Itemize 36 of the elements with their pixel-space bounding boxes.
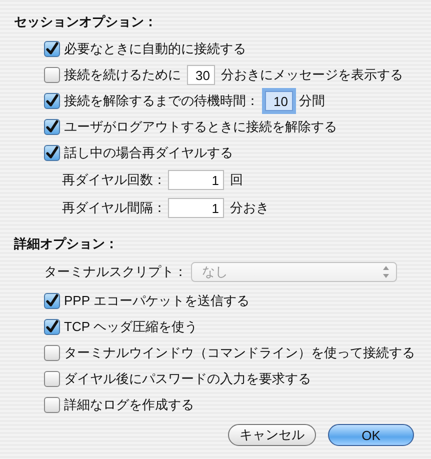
number-field[interactable]: 30 — [187, 65, 215, 85]
checkbox[interactable] — [44, 345, 60, 361]
field-label: ターミナルスクリプト： — [44, 263, 187, 281]
number-field[interactable]: 1 — [168, 198, 224, 218]
checkbox-label: ターミナルウインドウ（コマンドライン）を使って接続する — [64, 344, 415, 362]
checkbox-label: ダイヤル後にパスワードの入力を要求する — [64, 370, 311, 388]
checkbox[interactable] — [44, 67, 60, 83]
number-field[interactable]: 1 — [168, 170, 224, 190]
checkbox-label: TCP ヘッダ圧縮を使う — [64, 318, 198, 336]
unit-label: 分間 — [299, 92, 325, 110]
checkbox[interactable] — [44, 293, 60, 309]
checkbox[interactable] — [44, 397, 60, 413]
checkbox-label: ユーザがログアウトするときに接続を解除する — [64, 118, 337, 136]
unit-label: 回 — [230, 171, 243, 189]
unit-label: 分おきにメッセージを表示する — [221, 66, 403, 84]
checkbox[interactable] — [44, 41, 60, 57]
number-field[interactable]: 10 — [265, 91, 293, 111]
checkbox[interactable] — [44, 371, 60, 387]
checkbox[interactable] — [44, 145, 60, 161]
field-label: 再ダイヤル回数： — [62, 171, 166, 189]
stepper-arrows-icon — [382, 265, 390, 279]
field-label: 再ダイヤル間隔： — [62, 199, 166, 217]
checkbox-label: 接続を解除するまでの待機時間： — [64, 92, 259, 110]
checkbox-label: PPP エコーパケットを送信する — [64, 292, 250, 310]
checkbox-label: 話し中の場合再ダイヤルする — [64, 144, 233, 162]
checkbox[interactable] — [44, 319, 60, 335]
dialog-button[interactable]: OK — [328, 424, 414, 446]
checkbox-label: 接続を続けるために — [64, 66, 181, 84]
section-title: 詳細オプション： — [14, 235, 119, 253]
checkbox[interactable] — [44, 119, 60, 135]
section-title: セッションオプション： — [14, 13, 158, 31]
checkbox-label: 詳細なログを作成する — [64, 396, 194, 414]
unit-label: 分おき — [230, 199, 269, 217]
dialog-button[interactable]: キャンセル — [228, 424, 316, 446]
checkbox-label: 必要なときに自動的に接続する — [64, 40, 246, 58]
checkbox[interactable] — [44, 93, 60, 109]
